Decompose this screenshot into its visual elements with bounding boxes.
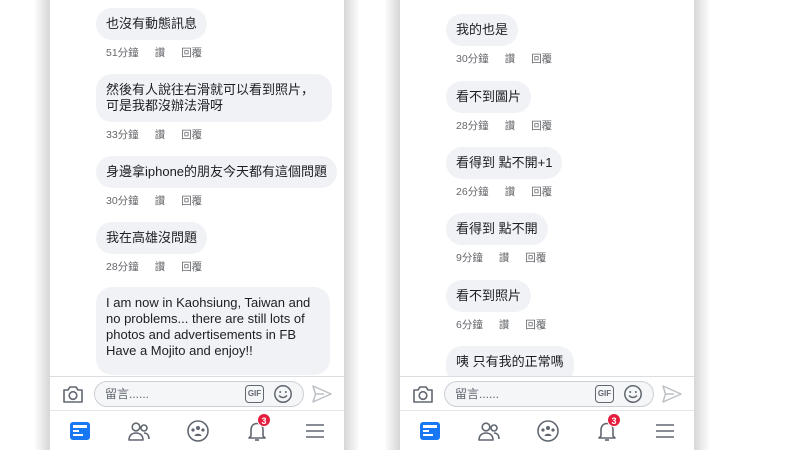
comment: 看不到圖片 28分鐘 讚 回覆 <box>446 81 552 133</box>
comment-input-box[interactable]: GIF <box>94 381 304 407</box>
comment-meta: 30分鐘 讚 回覆 <box>446 51 552 66</box>
comment-composer: GIF <box>400 376 694 410</box>
comment-time: 51分鐘 <box>106 47 139 59</box>
notification-badge: 3 <box>257 413 271 427</box>
comment-time: 33分鐘 <box>106 129 139 141</box>
comment-time: 28分鐘 <box>456 120 489 132</box>
comment-bubble: 我在高雄沒問題 <box>96 222 208 254</box>
comment-bubble: 看得到 點不開 <box>446 213 548 245</box>
comment-bubble: 也沒有動態訊息 <box>96 8 208 40</box>
comment-thread: 也沒有動態訊息 51分鐘 讚 回覆 然後有人說往右滑就可以看到照片，可是我都沒辦… <box>50 0 344 376</box>
notification-badge: 3 <box>607 413 621 427</box>
smiley-icon[interactable] <box>623 384 643 404</box>
reply-link[interactable]: 回覆 <box>531 184 552 199</box>
gif-icon[interactable]: GIF <box>595 385 614 403</box>
comment-bubble: 咦 只有我的正常嗎 <box>446 346 574 376</box>
like-link[interactable]: 讚 <box>155 193 166 208</box>
like-link[interactable]: 讚 <box>499 317 510 332</box>
like-link[interactable]: 讚 <box>505 51 516 66</box>
comment-meta: 9分鐘 讚 回覆 <box>446 250 548 265</box>
comment-input[interactable] <box>455 385 585 403</box>
comment: 看得到 點不開 9分鐘 讚 回覆 <box>446 213 548 265</box>
notifications-tab[interactable]: 3 <box>595 413 621 443</box>
phone-screen-right: 我的也是 30分鐘 讚 回覆 看不到圖片 28分鐘 讚 回覆 看得到 點不開+1… <box>400 0 694 450</box>
bottom-tab-bar: 3 <box>400 410 694 450</box>
comment: 也沒有動態訊息 51分鐘 讚 回覆 <box>96 8 208 60</box>
like-link[interactable]: 讚 <box>155 45 166 60</box>
groups-icon[interactable] <box>536 419 560 443</box>
news-feed-icon[interactable] <box>418 419 442 443</box>
comment-time: 9分鐘 <box>456 252 483 264</box>
comment-time: 28分鐘 <box>106 261 139 273</box>
camera-icon[interactable] <box>412 384 434 404</box>
comment: 我的也是 30分鐘 讚 回覆 <box>446 14 552 66</box>
news-feed-icon[interactable] <box>68 419 92 443</box>
comment-bubble: 看得到 點不開+1 <box>446 147 563 179</box>
comment-time: 30分鐘 <box>456 53 489 65</box>
gif-icon[interactable]: GIF <box>245 385 264 403</box>
like-link[interactable]: 讚 <box>505 118 516 133</box>
comment-meta: 6分鐘 讚 回覆 <box>446 317 546 332</box>
comment-bubble: 我的也是 <box>446 14 519 46</box>
like-link[interactable]: 讚 <box>499 250 510 265</box>
send-icon[interactable] <box>662 385 682 403</box>
comment-bubble: 然後有人說往右滑就可以看到照片，可是我都沒辦法滑呀 <box>96 74 332 122</box>
like-link[interactable]: 讚 <box>155 127 166 142</box>
notifications-tab[interactable]: 3 <box>245 413 271 443</box>
comment-bubble: 看不到照片 <box>446 280 532 312</box>
reply-link[interactable]: 回覆 <box>531 51 552 66</box>
reply-link[interactable]: 回覆 <box>181 193 202 208</box>
comment-bubble: 身邊拿iphone的朋友今天都有這個問題 <box>96 156 338 188</box>
reply-link[interactable]: 回覆 <box>181 127 202 142</box>
groups-icon[interactable] <box>186 419 210 443</box>
comment-time: 26分鐘 <box>456 186 489 198</box>
comment-composer: GIF <box>50 376 344 410</box>
comment-meta: 33分鐘 讚 回覆 <box>96 127 332 142</box>
bottom-tab-bar: 3 <box>50 410 344 450</box>
comment-meta: 26分鐘 讚 回覆 <box>446 184 562 199</box>
comment-meta: 28分鐘 讚 回覆 <box>96 259 207 274</box>
like-link[interactable]: 讚 <box>155 259 166 274</box>
reply-link[interactable]: 回覆 <box>525 250 546 265</box>
comment-time: 6分鐘 <box>456 319 483 331</box>
reply-link[interactable]: 回覆 <box>181 45 202 60</box>
comment-bubble: I am now in Kaohsiung, Taiwan and no pro… <box>96 287 330 375</box>
comment: 身邊拿iphone的朋友今天都有這個問題 30分鐘 讚 回覆 <box>96 156 338 208</box>
smiley-icon[interactable] <box>273 384 293 404</box>
comment-bubble: 看不到圖片 <box>446 81 532 113</box>
friends-icon[interactable] <box>477 419 501 443</box>
comment-meta: 28分鐘 讚 回覆 <box>446 118 552 133</box>
comment: 咦 只有我的正常嗎 <box>446 346 574 376</box>
menu-icon[interactable] <box>653 419 677 443</box>
comment: 看不到照片 6分鐘 讚 回覆 <box>446 280 546 332</box>
reply-link[interactable]: 回覆 <box>531 118 552 133</box>
comment: 然後有人說往右滑就可以看到照片，可是我都沒辦法滑呀 33分鐘 讚 回覆 <box>96 74 332 142</box>
friends-icon[interactable] <box>127 419 151 443</box>
comment-meta: 30分鐘 讚 回覆 <box>96 193 337 208</box>
phone-screen-left: 也沒有動態訊息 51分鐘 讚 回覆 然後有人說往右滑就可以看到照片，可是我都沒辦… <box>50 0 344 450</box>
comment: I am now in Kaohsiung, Taiwan and no pro… <box>96 287 330 375</box>
comment-input-box[interactable]: GIF <box>444 381 654 407</box>
comment: 我在高雄沒問題 28分鐘 讚 回覆 <box>96 222 208 274</box>
like-link[interactable]: 讚 <box>505 184 516 199</box>
comment: 看得到 點不開+1 26分鐘 讚 回覆 <box>446 147 563 199</box>
comment-meta: 51分鐘 讚 回覆 <box>96 45 207 60</box>
reply-link[interactable]: 回覆 <box>525 317 546 332</box>
menu-icon[interactable] <box>303 419 327 443</box>
comment-input[interactable] <box>105 385 235 403</box>
comment-thread: 我的也是 30分鐘 讚 回覆 看不到圖片 28分鐘 讚 回覆 看得到 點不開+1… <box>400 0 694 376</box>
reply-link[interactable]: 回覆 <box>181 259 202 274</box>
send-icon[interactable] <box>312 385 332 403</box>
camera-icon[interactable] <box>62 384 84 404</box>
comment-time: 30分鐘 <box>106 195 139 207</box>
